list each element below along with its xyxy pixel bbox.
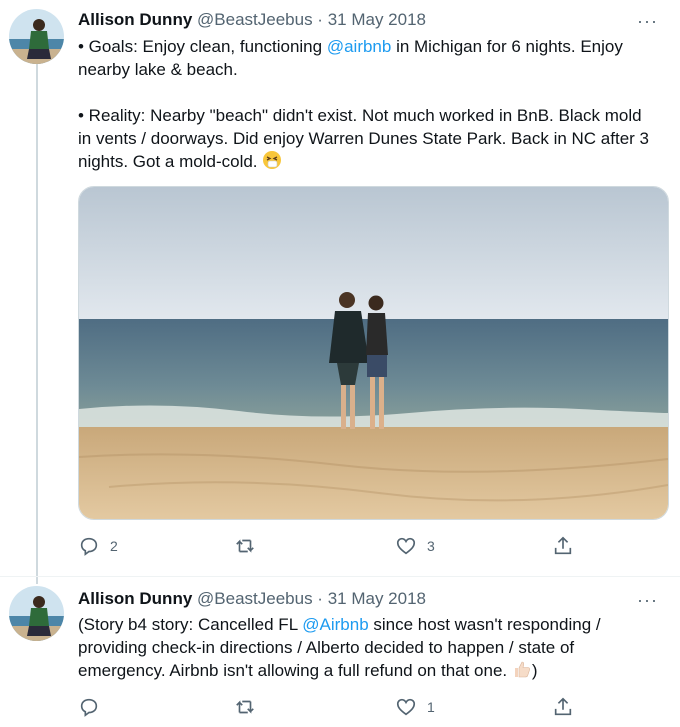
tweet-text: • Goals: Enjoy clean, functioning @airbn…: [78, 35, 658, 176]
reply-button[interactable]: [78, 696, 110, 718]
display-name[interactable]: Allison Dunny: [78, 10, 192, 29]
mention-link[interactable]: @Airbnb: [302, 615, 368, 634]
tweet-header: Allison Dunny @BeastJeebus · 31 May 2018: [78, 10, 426, 30]
tweet-paragraph-goals: • Goals: Enjoy clean, functioning @airbn…: [78, 35, 658, 81]
retweet-button[interactable]: [234, 696, 266, 718]
tweet-paragraph-reality: • Reality: Nearby "beach" didn't exist. …: [78, 104, 658, 176]
user-handle[interactable]: @BeastJeebus: [197, 589, 313, 608]
heart-icon: [395, 535, 417, 557]
avatar[interactable]: [9, 9, 64, 64]
like-button[interactable]: 1: [395, 696, 435, 718]
like-button[interactable]: 3: [395, 535, 435, 557]
retweet-button[interactable]: [234, 535, 266, 557]
retweet-icon: [234, 535, 256, 557]
like-count: 3: [427, 538, 435, 554]
share-icon: [552, 696, 574, 718]
tweet-photo-beach[interactable]: [78, 186, 669, 520]
tweet-header: Allison Dunny @BeastJeebus · 31 May 2018: [78, 589, 426, 609]
thread-connector-line: [36, 62, 38, 584]
share-button[interactable]: [552, 696, 574, 718]
avatar[interactable]: [9, 586, 64, 641]
reply-icon: [78, 696, 100, 718]
display-name[interactable]: Allison Dunny: [78, 589, 192, 608]
user-handle[interactable]: @BeastJeebus: [197, 10, 313, 29]
tweet-date[interactable]: 31 May 2018: [328, 10, 426, 29]
heart-icon: [395, 696, 417, 718]
mention-link[interactable]: @airbnb: [327, 37, 392, 56]
text-segment: • Reality: Nearby "beach" didn't exist. …: [78, 106, 650, 171]
tweet-paragraph: (Story b4 story: Cancelled FL @Airbnb si…: [78, 613, 658, 685]
tweet-actions: 2 3: [78, 535, 578, 559]
retweet-icon: [234, 696, 256, 718]
like-count: 1: [427, 699, 435, 715]
text-segment: • Goals: Enjoy clean, functioning: [78, 37, 327, 56]
share-button[interactable]: [552, 535, 574, 557]
tweet-actions: 1: [78, 696, 578, 720]
reply-button[interactable]: 2: [78, 535, 118, 557]
text-segment: (Story b4 story: Cancelled FL: [78, 615, 303, 634]
separator-dot: ·: [317, 10, 323, 29]
tweet-date[interactable]: 31 May 2018: [328, 589, 426, 608]
thumbs-up-icon: [512, 659, 532, 685]
separator-dot: ·: [317, 589, 323, 608]
reply-icon: [78, 535, 100, 557]
reply-count: 2: [110, 538, 118, 554]
sneezing-face-icon: [262, 150, 282, 176]
text-segment: ): [531, 661, 538, 680]
tweet-text: (Story b4 story: Cancelled FL @Airbnb si…: [78, 613, 658, 685]
share-icon: [552, 535, 574, 557]
more-options-icon[interactable]: ···: [637, 12, 658, 30]
more-options-icon[interactable]: ···: [637, 591, 658, 609]
tweet-divider: [0, 576, 680, 577]
